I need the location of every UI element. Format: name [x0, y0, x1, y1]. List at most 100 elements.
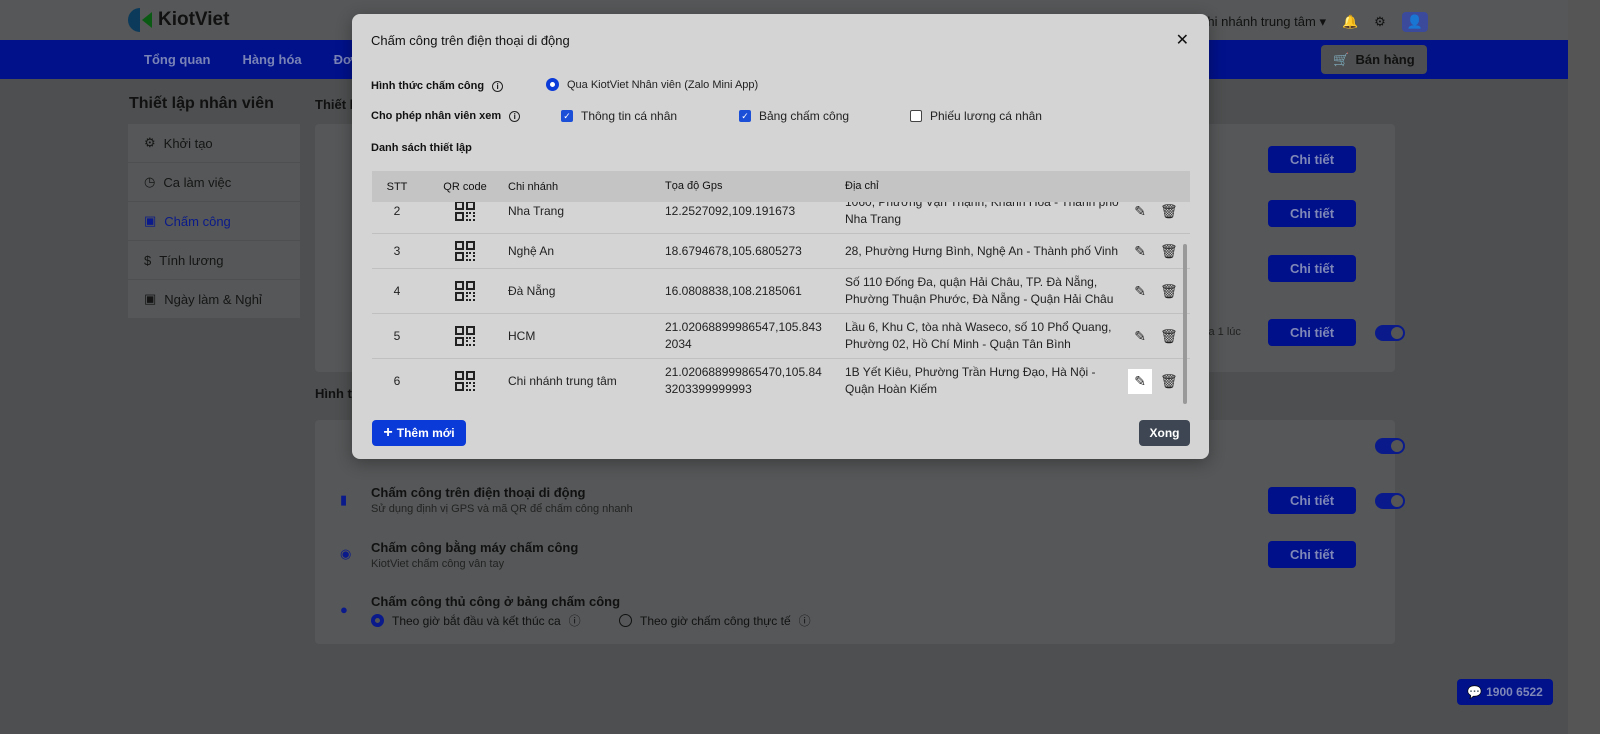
cell-gps: 21.020688999865470,105.84 3203399999993	[665, 365, 822, 396]
trash-icon[interactable]: 🗑	[1160, 243, 1178, 260]
settings-sidebar: ⚙ Khởi tạo ◷ Ca làm việc ▣ Chấm công $ Tính …	[128, 124, 300, 319]
bell-icon[interactable]: 🔔	[1342, 14, 1358, 30]
nav-overview[interactable]: Tổng quan	[144, 52, 210, 67]
detail-button[interactable]: Chi tiết	[1268, 541, 1356, 568]
clock-icon: ●	[340, 602, 348, 617]
method-radio[interactable]: Qua KiotViet Nhân viên (Zalo Mini App)	[546, 78, 758, 91]
pencil-icon[interactable]: ✎	[1134, 283, 1146, 300]
sidebar-item-init[interactable]: ⚙ Khởi tạo	[128, 124, 300, 162]
sidebar-item-timekeeping[interactable]: ▣ Chấm công	[128, 202, 300, 240]
nav-products[interactable]: Hàng hóa	[242, 52, 301, 67]
toggle[interactable]	[1375, 325, 1405, 341]
sell-button[interactable]: 🛒 Bán hàng	[1321, 45, 1427, 74]
user-avatar[interactable]: 👤	[1401, 12, 1428, 32]
list-label: Danh sách thiết lập	[371, 142, 472, 154]
cell-address: 1060, Phường Vạn Thạnh, Khánh Hoà - Thàn…	[845, 202, 1119, 226]
checkbox-unchecked-icon	[910, 110, 922, 122]
col-address: Địa chỉ	[845, 180, 879, 192]
qr-code-icon[interactable]	[422, 326, 508, 346]
phone-icon: ▮	[340, 492, 348, 507]
col-gps: Tọa độ Gps	[665, 180, 723, 192]
radio-label: Qua KiotViet Nhân viên (Zalo Mini App)	[567, 78, 759, 91]
method-subtitle: Sử dụng định vị GPS và mã QR để chấm côn…	[371, 503, 633, 515]
hotline-button[interactable]: 💬 1900 6522	[1457, 679, 1553, 705]
pencil-icon[interactable]: ✎	[1134, 328, 1146, 345]
sidebar-label: Chấm công	[164, 213, 231, 229]
trash-icon[interactable]: 🗑	[1160, 328, 1178, 345]
detail-button[interactable]: Chi tiết	[1268, 146, 1356, 173]
dollar-icon: $	[144, 252, 152, 268]
cell-gps: 16.0808838,108.2185061	[665, 283, 802, 298]
calendar-star-icon: ▣	[144, 291, 157, 306]
label-text: Cho phép nhân viên xem	[371, 110, 502, 122]
trash-icon[interactable]: 🗑	[1160, 373, 1178, 390]
radio-actual-time[interactable]: Theo giờ chấm công thực tế ⓘ	[619, 612, 811, 629]
cell-stt: 6	[393, 374, 401, 388]
checkbox-checked-icon: ✓	[739, 110, 751, 122]
qr-code-icon[interactable]	[422, 281, 508, 301]
checkbox-personal-info[interactable]: ✓ Thông tin cá nhân	[561, 109, 677, 123]
cell-gps: 12.2527092,109.191673	[665, 203, 796, 218]
page-title: Thiết lập nhân viên	[129, 95, 274, 112]
radio-shift-time[interactable]: Theo giờ bắt đầu và kết thúc ca ⓘ	[371, 612, 581, 629]
sidebar-label: Tính lương	[159, 252, 224, 268]
radio-label: Theo giờ bắt đầu và kết thúc ca	[392, 613, 561, 628]
section-title: Hình t	[315, 386, 352, 401]
trash-icon[interactable]: 🗑	[1160, 203, 1178, 220]
branch-selector[interactable]: Chi nhánh trung tâm ▾	[1198, 14, 1326, 30]
sidebar-item-payroll[interactable]: $ Tính lương	[128, 241, 300, 279]
clock-icon: ◷	[144, 174, 156, 189]
col-qr: QR code	[443, 180, 487, 193]
pencil-icon[interactable]: ✎	[1134, 243, 1146, 260]
pencil-icon[interactable]: ✎	[1128, 368, 1152, 394]
detail-button[interactable]: Chi tiết	[1268, 319, 1356, 346]
info-icon: i	[492, 81, 504, 92]
method-title: Chấm công trên điện thoại di động	[371, 485, 586, 500]
cell-stt: 5	[393, 329, 401, 343]
radio-label: Theo giờ chấm công thực tế	[640, 613, 791, 628]
method-label: Hình thức chấm công i	[371, 80, 504, 92]
checkbox-label: Thông tin cá nhân	[581, 109, 678, 123]
checkbox-checked-icon: ✓	[561, 110, 573, 122]
kiotviet-logo[interactable]: KiotViet	[128, 8, 229, 32]
gear-icon[interactable]: ⚙	[1374, 14, 1386, 30]
table-body[interactable]: 2 Nha Trang 12.2527092,109.191673 1060, …	[372, 202, 1190, 403]
info-icon: ⓘ	[568, 614, 581, 628]
cell-branch: Đà Nẵng	[508, 284, 556, 298]
cell-address: Lầu 6, Khu C, tòa nhà Waseco, số 10 Phổ …	[845, 320, 1112, 351]
add-label: Thêm mới	[396, 426, 455, 440]
done-button[interactable]: Xong	[1139, 420, 1190, 446]
detail-button[interactable]: Chi tiết	[1268, 255, 1356, 282]
qr-code-icon[interactable]	[422, 241, 508, 261]
sidebar-item-holidays[interactable]: ▣ Ngày làm & Nghỉ	[128, 280, 300, 318]
calendar-icon: ▣	[144, 213, 157, 228]
detail-button[interactable]: Chi tiết	[1268, 200, 1356, 227]
view-permission-label: Cho phép nhân viên xem i	[371, 110, 521, 122]
cart-icon: 🛒	[1333, 51, 1350, 67]
toggle[interactable]	[1375, 493, 1405, 509]
page-scrollbar[interactable]	[1568, 0, 1600, 734]
trash-icon[interactable]: 🗑	[1160, 283, 1178, 300]
cell-address: 1B Yết Kiêu, Phường Trần Hưng Đạo, Hà Nộ…	[845, 365, 1096, 396]
mobile-timekeeping-modal: Chấm công trên điện thoại di động ✕ Hình…	[352, 14, 1209, 459]
pencil-icon[interactable]: ✎	[1134, 203, 1146, 220]
checkbox-label: Bảng chấm công	[759, 109, 850, 123]
table-scrollbar[interactable]	[1183, 244, 1187, 404]
detail-button[interactable]: Chi tiết	[1268, 487, 1356, 514]
table-row: 6 Chi nhánh trung tâm 21.020688999865470…	[372, 359, 1190, 403]
checkbox-timesheet[interactable]: ✓ Bảng chấm công	[739, 109, 849, 123]
method-title: Chấm công thủ công ở bảng chấm công	[371, 594, 621, 609]
checkbox-payslip[interactable]: Phiếu lương cá nhân	[910, 109, 1042, 123]
sidebar-item-shifts[interactable]: ◷ Ca làm việc	[128, 163, 300, 201]
radio-icon	[371, 614, 384, 627]
toggle[interactable]	[1375, 438, 1405, 454]
qr-code-icon[interactable]	[422, 371, 508, 391]
sidebar-label: Ngày làm & Nghỉ	[164, 291, 262, 307]
cell-address: Số 110 Đống Đa, quận Hải Châu, TP. Đà Nẵ…	[845, 275, 1114, 306]
cell-gps: 21.02068899986547,105.843 2034	[665, 320, 822, 351]
add-new-button[interactable]: + Thêm mới	[372, 420, 466, 446]
qr-code-icon[interactable]	[422, 202, 508, 221]
checkbox-label: Phiếu lương cá nhân	[930, 109, 1042, 123]
close-icon[interactable]: ✕	[1176, 30, 1189, 50]
method-title: Chấm công bằng máy chấm công	[371, 540, 579, 555]
